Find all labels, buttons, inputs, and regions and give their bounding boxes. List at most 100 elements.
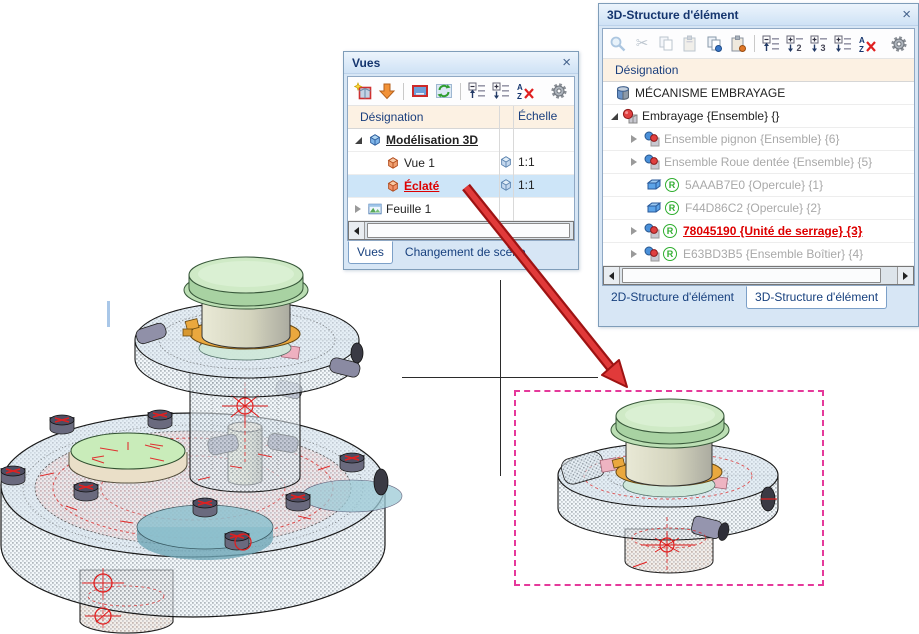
toolbar-separator bbox=[460, 83, 461, 100]
paste-special-button[interactable] bbox=[727, 33, 749, 55]
vues-panel-titlebar[interactable]: Vues × bbox=[344, 52, 578, 74]
column-header-designation[interactable]: Désignation bbox=[360, 110, 423, 124]
structure-tree: Désignation MÉCANISME EMBRAYAGE bbox=[603, 59, 914, 266]
tree-row-ensemble-pignon[interactable]: Ensemble pignon {Ensemble} {6} bbox=[603, 128, 914, 151]
table-row-modelisation[interactable]: Modélisation 3D bbox=[348, 129, 574, 152]
close-icon[interactable]: × bbox=[562, 56, 571, 70]
new-view-button[interactable] bbox=[352, 80, 374, 102]
expander-closed-icon[interactable] bbox=[631, 250, 637, 258]
refresh-icon bbox=[435, 82, 453, 100]
scale-value: 1:1 bbox=[518, 178, 535, 192]
structure-panel-titlebar[interactable]: 3D-Structure d'élément × bbox=[599, 4, 918, 26]
collapse-all-button[interactable] bbox=[760, 33, 782, 55]
table-row-vue1[interactable]: Vue 1 1:1 bbox=[348, 152, 574, 175]
right-arrow-icon bbox=[903, 272, 908, 280]
collapse-tree-icon bbox=[762, 35, 780, 53]
scrollbar-thumb[interactable] bbox=[622, 268, 881, 283]
tab-2d-structure[interactable]: 2D-Structure d'élément bbox=[603, 287, 742, 308]
expander-closed-icon[interactable] bbox=[631, 135, 637, 143]
expand-tree-icon bbox=[834, 35, 852, 53]
vues-panel: Vues × bbox=[343, 51, 579, 270]
scene-display-button[interactable] bbox=[409, 80, 431, 102]
expander-closed-icon[interactable] bbox=[631, 158, 637, 166]
tree-row-opercule-2[interactable]: R F44D86C2 {Opercule} {2} bbox=[603, 197, 914, 220]
svg-text:Z: Z bbox=[517, 92, 522, 100]
copy-special-icon bbox=[705, 35, 723, 53]
expand-level2-icon: 2 bbox=[786, 35, 804, 53]
reference-badge-icon: R bbox=[663, 224, 677, 238]
copy-special-button[interactable] bbox=[703, 33, 725, 55]
refresh-scene-button[interactable] bbox=[433, 80, 455, 102]
tree-row-embrayage[interactable]: Embrayage {Ensemble} {} bbox=[603, 105, 914, 128]
cut-button[interactable]: ✂ bbox=[631, 33, 653, 55]
subassembly-icon bbox=[644, 154, 660, 170]
subassembly-icon bbox=[644, 223, 660, 239]
tree-row-label: Embrayage {Ensemble} {} bbox=[642, 109, 779, 123]
vues-horizontal-scrollbar[interactable] bbox=[348, 221, 574, 240]
expander-open-icon[interactable] bbox=[355, 137, 362, 144]
scene-cube-icon[interactable] bbox=[499, 178, 513, 192]
scroll-left-button[interactable] bbox=[604, 267, 620, 284]
collapse-all-button[interactable] bbox=[466, 80, 488, 102]
expand-level2-button[interactable]: 2 bbox=[784, 33, 806, 55]
assembly-icon bbox=[622, 108, 638, 124]
tree-row-unite-de-serrage-selected[interactable]: R 78045190 {Unité de serrage} {3} bbox=[603, 220, 914, 243]
table-row-feuille[interactable]: Feuille 1 bbox=[348, 198, 574, 221]
tab-vues[interactable]: Vues bbox=[348, 241, 393, 264]
structure-panel-title: 3D-Structure d'élément bbox=[607, 8, 739, 22]
tab-3d-structure[interactable]: 3D-Structure d'élément bbox=[746, 286, 887, 309]
expander-closed-icon[interactable] bbox=[631, 227, 637, 235]
expander-closed-icon[interactable] bbox=[355, 205, 361, 213]
vues-table-header: Désignation Échelle bbox=[348, 106, 574, 129]
gear-icon bbox=[550, 82, 568, 100]
left-arrow-icon bbox=[609, 272, 614, 280]
expand-all-button[interactable] bbox=[490, 80, 512, 102]
svg-text:3: 3 bbox=[821, 43, 826, 53]
orange-down-arrow-icon bbox=[378, 82, 396, 100]
scrollbar-thumb[interactable] bbox=[367, 223, 570, 238]
clear-sort-button[interactable]: A Z bbox=[856, 33, 878, 55]
expander-open-icon[interactable] bbox=[611, 113, 618, 120]
structure-tabstrip: 2D-Structure d'élément 3D-Structure d'él… bbox=[599, 286, 918, 313]
vues-panel-content: A Z Désignation Échelle bbox=[347, 76, 575, 241]
paste-button[interactable] bbox=[679, 33, 701, 55]
part-box-icon bbox=[646, 200, 662, 216]
sheet-icon bbox=[368, 202, 382, 216]
expand-all-button[interactable] bbox=[832, 33, 854, 55]
toolbar-separator bbox=[403, 83, 404, 100]
close-icon[interactable]: × bbox=[902, 8, 911, 22]
exploded-view-selection-box bbox=[514, 390, 824, 586]
clear-sort-button[interactable]: A Z bbox=[514, 80, 536, 102]
svg-text:2: 2 bbox=[797, 43, 802, 53]
settings-button[interactable] bbox=[888, 33, 910, 55]
column-header-designation[interactable]: Désignation bbox=[615, 63, 678, 77]
insert-view-button[interactable] bbox=[376, 80, 398, 102]
structure-toolbar: ✂ bbox=[603, 29, 914, 59]
settings-button[interactable] bbox=[548, 80, 570, 102]
reference-badge-icon: R bbox=[665, 201, 679, 215]
left-arrow-icon bbox=[354, 227, 359, 235]
scene-cube-icon[interactable] bbox=[499, 155, 513, 169]
scroll-right-button[interactable] bbox=[897, 267, 913, 284]
3d-model-main-assembly[interactable] bbox=[0, 230, 420, 634]
gear-icon bbox=[890, 35, 908, 53]
table-row-eclate-selected[interactable]: Éclaté 1:1 bbox=[348, 175, 574, 198]
search-button[interactable] bbox=[607, 33, 629, 55]
tree-row-label: F44D86C2 {Opercule} {2} bbox=[685, 201, 821, 215]
expand-level3-button[interactable]: 3 bbox=[808, 33, 830, 55]
tree-row-ensemble-roue-dentee[interactable]: Ensemble Roue dentée {Ensemble} {5} bbox=[603, 151, 914, 174]
cad-application-window: { "vues": { "title": "Vues", "header": {… bbox=[0, 0, 919, 634]
tab-changement-de-scene[interactable]: Changement de scène bbox=[397, 242, 534, 263]
clear-sort-icon: A Z bbox=[516, 82, 534, 100]
structure-horizontal-scrollbar[interactable] bbox=[603, 266, 914, 285]
tree-row-ensemble-boitier[interactable]: R E63BD3B5 {Ensemble Boîtier} {4} bbox=[603, 243, 914, 266]
reference-badge-icon: R bbox=[663, 247, 677, 261]
column-header-echelle[interactable]: Échelle bbox=[518, 109, 557, 123]
scroll-left-button[interactable] bbox=[349, 222, 365, 239]
copy-button[interactable] bbox=[655, 33, 677, 55]
tree-row-root-document[interactable]: MÉCANISME EMBRAYAGE bbox=[603, 82, 914, 105]
new-view-icon bbox=[354, 82, 372, 100]
axis-cross-vertical bbox=[500, 280, 501, 476]
tree-row-opercule-1[interactable]: R 5AAAB7E0 {Opercule} {1} bbox=[603, 174, 914, 197]
expand-level3-icon: 3 bbox=[810, 35, 828, 53]
